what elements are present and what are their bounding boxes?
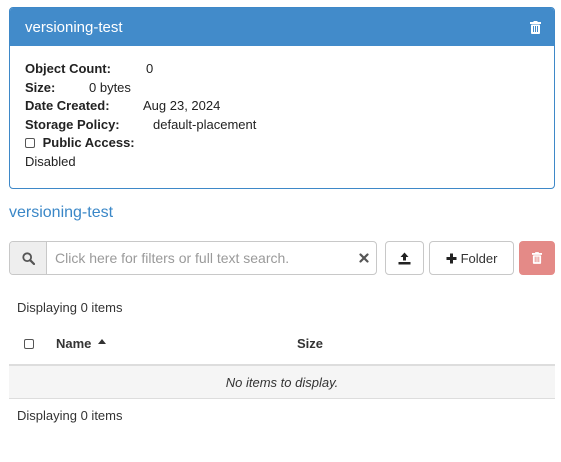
search-addon[interactable] <box>10 242 47 274</box>
clear-search-button[interactable] <box>352 242 376 274</box>
public-access-row: Public Access: <box>25 135 135 151</box>
clear-icon <box>359 253 369 263</box>
plus-icon <box>446 253 457 263</box>
object-count-row: Object Count: 0 <box>25 61 153 77</box>
object-count-label: Object Count: <box>25 61 111 76</box>
add-folder-button[interactable]: Folder <box>429 241 514 275</box>
delete-items-button[interactable] <box>519 241 555 275</box>
column-header-name-label: Name <box>56 336 92 351</box>
items-count-top: Displaying 0 items <box>17 300 123 315</box>
public-access-value: Disabled <box>25 154 76 169</box>
size-value: 0 bytes <box>89 80 131 95</box>
public-access-checkbox[interactable] <box>25 138 35 148</box>
column-header-size[interactable]: Size <box>297 336 323 351</box>
storage-policy-row: Storage Policy: default-placement <box>25 117 256 133</box>
bucket-details-panel: versioning-test Object Count: 0 Size: 0 … <box>9 7 555 189</box>
empty-table-message: No items to display. <box>225 374 339 390</box>
object-count-value: 0 <box>146 61 154 76</box>
trash-icon <box>529 20 541 34</box>
panel-title: versioning-test <box>25 18 123 36</box>
panel-heading: versioning-test <box>10 8 554 46</box>
storage-policy-value: default-placement <box>153 117 257 132</box>
column-header-name[interactable]: Name <box>56 336 107 351</box>
items-count-bottom: Displaying 0 items <box>17 408 123 423</box>
storage-policy-label: Storage Policy: <box>25 117 120 132</box>
add-folder-label: Folder <box>460 250 498 266</box>
public-access-label: Public Access: <box>42 135 135 150</box>
sort-ascending-icon <box>98 339 107 344</box>
public-access-status-row: Disabled <box>25 154 76 170</box>
empty-table-row: No items to display. <box>9 364 555 399</box>
search-icon <box>21 251 35 265</box>
bucket-link[interactable]: versioning-test <box>9 204 113 222</box>
delete-bucket-button[interactable] <box>528 19 542 35</box>
upload-icon <box>398 252 411 264</box>
select-all-checkbox[interactable] <box>24 339 34 349</box>
date-created-label: Date Created: <box>25 98 110 113</box>
search-input[interactable] <box>47 242 352 274</box>
upload-button[interactable] <box>385 241 424 275</box>
trash-icon <box>532 252 542 264</box>
search-bar <box>9 241 377 275</box>
date-created-value: Aug 23, 2024 <box>143 98 221 113</box>
date-created-row: Date Created: Aug 23, 2024 <box>25 98 220 114</box>
size-row: Size: 0 bytes <box>25 80 131 96</box>
size-label: Size: <box>25 80 56 95</box>
